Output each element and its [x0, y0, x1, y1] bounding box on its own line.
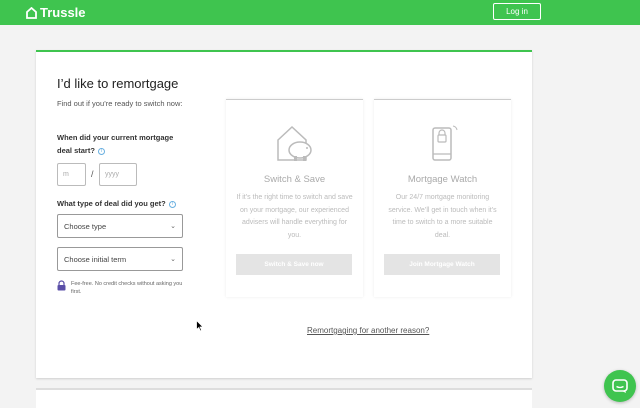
year-input[interactable]: yyyy — [99, 163, 137, 186]
chat-icon — [612, 378, 628, 393]
fee-free-note: Fee-free. No credit checks without askin… — [57, 280, 183, 296]
switch-save-title: Switch & Save — [263, 174, 326, 185]
chevron-down-icon: ⌄ — [170, 256, 176, 263]
chat-button[interactable] — [604, 370, 636, 402]
piggy-bank-house-icon — [277, 125, 312, 161]
deal-type-value: Choose type — [64, 221, 107, 231]
deal-type-question: What type of deal did you get? i — [57, 197, 176, 210]
page-title: I’d like to remortgage — [57, 76, 179, 91]
month-placeholder: m — [63, 171, 69, 178]
deal-start-question: When did your current mortgage deal star… — [57, 131, 187, 157]
initial-term-select[interactable]: Choose initial term ⌄ — [57, 247, 183, 271]
phone-icon — [432, 125, 458, 161]
month-input[interactable]: m — [57, 163, 86, 186]
join-mortgage-watch-button[interactable]: Join Mortgage Watch — [384, 254, 500, 275]
brand-logo[interactable]: Trussle — [26, 5, 86, 20]
mortgage-watch-title: Mortgage Watch — [407, 174, 478, 185]
info-icon[interactable]: i — [97, 147, 105, 155]
fee-free-text: Fee-free. No credit checks without askin… — [71, 281, 183, 295]
info-icon[interactable]: i — [168, 200, 176, 208]
mortgage-watch-description: Our 24/7 mortgage monitoring service. We… — [388, 194, 497, 239]
chevron-down-icon: ⌄ — [170, 223, 176, 230]
other-reason-link[interactable]: Remortgaging for another reason? — [307, 326, 429, 335]
switch-save-option: Switch & Save If it’s the right time to … — [226, 99, 363, 297]
deal-type-select[interactable]: Choose type ⌄ — [57, 214, 183, 238]
lock-icon — [57, 280, 66, 291]
date-separator: / — [91, 169, 94, 179]
switch-save-button[interactable]: Switch & Save now — [236, 254, 352, 275]
page-subtitle: Find out if you’re ready to switch now: — [57, 99, 183, 108]
year-placeholder: yyyy — [105, 171, 119, 178]
top-navbar: Trussle Log in — [0, 0, 640, 25]
deal-start-label: When did your current mortgage deal star… — [57, 133, 174, 155]
house-icon — [26, 6, 37, 19]
remortgage-card: I’d like to remortgage Find out if you’r… — [36, 50, 532, 378]
initial-term-value: Choose initial term — [64, 254, 127, 264]
deal-type-label: What type of deal did you get? — [57, 199, 166, 208]
next-card — [36, 388, 532, 408]
login-button[interactable]: Log in — [493, 3, 541, 20]
brand-name: Trussle — [40, 5, 86, 20]
mouse-cursor-icon — [196, 320, 204, 332]
switch-save-description: If it’s the right time to switch and sav… — [236, 194, 353, 239]
mortgage-watch-option: Mortgage Watch Our 24/7 mortgage monitor… — [374, 99, 511, 297]
